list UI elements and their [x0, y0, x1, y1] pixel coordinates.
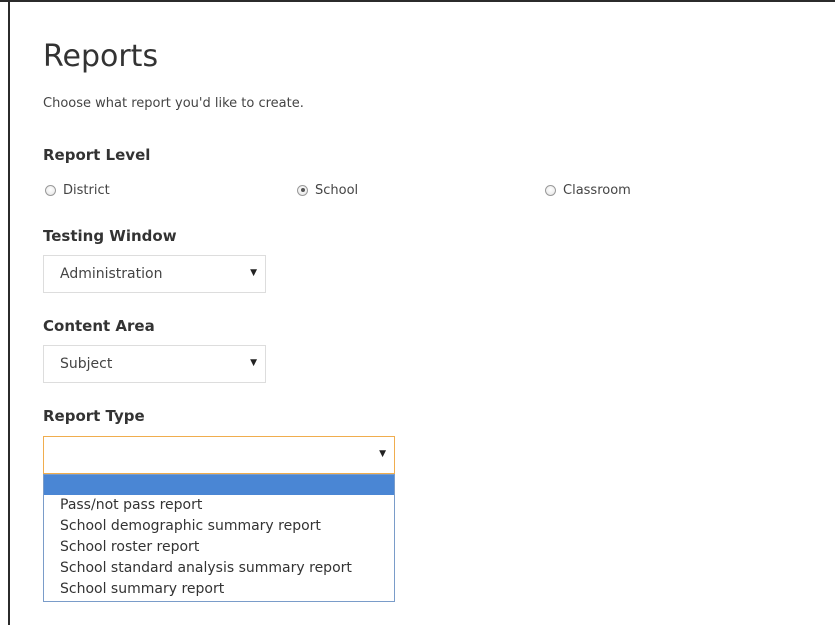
- report-level-label: Report Level: [43, 146, 151, 164]
- testing-window-value: Administration: [60, 266, 163, 282]
- content-area-select[interactable]: Subject ▼: [43, 345, 266, 383]
- window-left-border: [8, 0, 10, 625]
- radio-label-district: District: [63, 182, 110, 198]
- report-type-dropdown-list: Pass/not pass report School demographic …: [43, 474, 395, 602]
- radio-classroom[interactable]: Classroom: [545, 180, 631, 200]
- testing-window-select[interactable]: Administration ▼: [43, 255, 266, 293]
- window-top-border: [0, 0, 835, 2]
- triangle-down-icon: ▼: [379, 449, 386, 459]
- radio-label-school: School: [315, 182, 359, 198]
- dropdown-option-blank[interactable]: [44, 475, 394, 495]
- radio-label-classroom: Classroom: [563, 182, 631, 198]
- dropdown-option-standard-analysis[interactable]: School standard analysis summary report: [44, 558, 394, 579]
- triangle-down-icon: ▼: [250, 358, 257, 368]
- radio-school[interactable]: School: [297, 180, 358, 200]
- radio-circle-icon[interactable]: [45, 184, 56, 196]
- triangle-down-icon: ▼: [250, 268, 257, 278]
- testing-window-label: Testing Window: [43, 227, 177, 245]
- intro-text: Choose what report you'd like to create.: [43, 96, 304, 111]
- dropdown-option-pass-not-pass[interactable]: Pass/not pass report: [44, 495, 394, 516]
- dropdown-option-demographic-summary[interactable]: School demographic summary report: [44, 516, 394, 537]
- dropdown-option-roster[interactable]: School roster report: [44, 537, 394, 558]
- page-title: Reports: [43, 39, 159, 74]
- radio-circle-icon[interactable]: [545, 184, 556, 196]
- report-type-label: Report Type: [43, 407, 145, 425]
- content-area-label: Content Area: [43, 317, 155, 335]
- report-type-select[interactable]: ▼: [43, 436, 395, 474]
- radio-checked-icon[interactable]: [297, 184, 308, 196]
- radio-district[interactable]: District: [45, 180, 110, 200]
- dropdown-option-summary[interactable]: School summary report: [44, 579, 394, 601]
- content-area-value: Subject: [60, 356, 113, 372]
